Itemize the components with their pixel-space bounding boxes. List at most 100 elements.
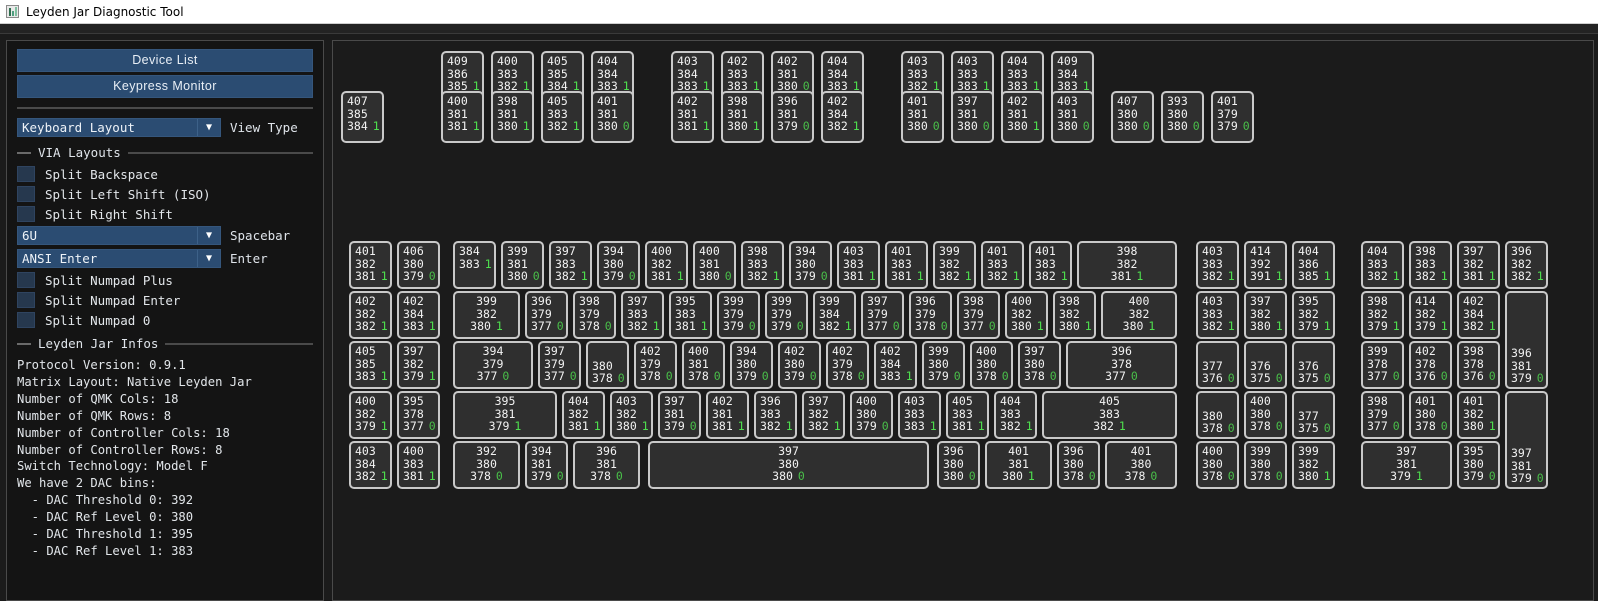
key-cell[interactable]: 399 378 377 0 — [1361, 341, 1404, 389]
key-cell[interactable]: 400 383 381 1 — [397, 441, 440, 489]
key-cell[interactable]: 400 380 378 0 — [1196, 441, 1239, 489]
key-cell[interactable]: 402 381 381 1 — [671, 91, 714, 143]
key-cell[interactable]: 402 378 376 0 — [1409, 341, 1452, 389]
key-cell[interactable]: 407 380 380 0 — [1111, 91, 1154, 143]
checkbox-split-numpad-plus[interactable]: Split Numpad Plus — [17, 272, 313, 288]
key-cell[interactable]: 400 380 379 0 — [850, 391, 893, 439]
key-cell[interactable]: 396 380 380 0 — [937, 441, 980, 489]
key-cell[interactable]: 398 382 379 1 — [1361, 291, 1404, 339]
checkbox-split-numpad-enter[interactable]: Split Numpad Enter — [17, 292, 313, 308]
key-cell[interactable]: 397 381 379 1 — [1361, 441, 1452, 489]
key-cell[interactable]: 396 381 379 0 — [771, 91, 814, 143]
key-cell[interactable]: 401 381 380 0 — [591, 91, 634, 143]
key-cell[interactable]: 401 380 378 0 — [1105, 441, 1177, 489]
key-cell[interactable]: 396 381 378 0 — [573, 441, 640, 489]
key-cell[interactable]: 402 384 382 1 — [1457, 291, 1500, 339]
key-cell[interactable]: 397 381 379 0 — [1505, 391, 1548, 489]
key-cell[interactable]: 394 380 379 0 — [730, 341, 773, 389]
key-cell[interactable]: 397 383 382 1 — [549, 241, 592, 289]
key-cell[interactable]: 403 383 383 1 — [898, 391, 941, 439]
key-cell[interactable]: 397 379 377 0 — [861, 291, 904, 339]
key-cell[interactable]: 400 382 380 1 — [1005, 291, 1048, 339]
spacebar-select[interactable]: 6U ▼ — [17, 226, 221, 245]
key-cell[interactable]: 394 381 379 0 — [525, 441, 568, 489]
key-cell[interactable]: 397 382 379 1 — [397, 341, 440, 389]
key-cell[interactable]: 399 382 380 1 — [453, 291, 520, 339]
key-cell[interactable]: 400 382 379 1 — [349, 391, 392, 439]
key-cell[interactable]: 397 381 379 0 — [658, 391, 701, 439]
checkbox-box[interactable] — [17, 206, 35, 222]
key-cell[interactable]: 405 383 381 1 — [946, 391, 989, 439]
key-cell[interactable]: 392 380 378 0 — [453, 441, 520, 489]
key-cell[interactable]: 380 378 0 — [586, 341, 629, 389]
key-cell[interactable]: 397 382 380 1 — [1244, 291, 1287, 339]
key-cell[interactable]: 399 381 380 0 — [501, 241, 544, 289]
key-cell[interactable]: 396 382 382 1 — [1505, 241, 1548, 289]
key-cell[interactable]: 401 383 381 1 — [885, 241, 928, 289]
key-cell[interactable]: 398 379 378 0 — [573, 291, 616, 339]
key-cell[interactable]: 402 380 379 0 — [778, 341, 821, 389]
key-cell[interactable]: 406 380 379 0 — [397, 241, 440, 289]
key-cell[interactable]: 403 383 382 1 — [1196, 291, 1239, 339]
key-cell[interactable]: 402 381 380 1 — [1001, 91, 1044, 143]
key-cell[interactable]: 397 381 380 0 — [951, 91, 994, 143]
enter-select[interactable]: ANSI Enter ▼ — [17, 249, 221, 268]
key-cell[interactable]: 397 380 378 0 — [1018, 341, 1061, 389]
key-cell[interactable]: 401 380 378 0 — [1409, 391, 1452, 439]
checkbox-split-left-shift[interactable]: Split Left Shift (ISO) — [17, 186, 313, 202]
checkbox-box[interactable] — [17, 312, 35, 328]
key-cell[interactable]: 404 382 381 1 — [562, 391, 605, 439]
key-cell[interactable]: 402 379 378 0 — [826, 341, 869, 389]
key-cell[interactable]: 396 381 379 0 — [1505, 291, 1548, 389]
key-cell[interactable]: 398 382 381 1 — [1077, 241, 1177, 289]
key-cell[interactable]: 402 381 381 1 — [706, 391, 749, 439]
key-cell[interactable]: 398 381 380 1 — [491, 91, 534, 143]
key-cell[interactable]: 403 381 380 0 — [1051, 91, 1094, 143]
key-cell[interactable]: 399 380 378 0 — [1244, 441, 1287, 489]
view-type-select[interactable]: Keyboard Layout ▼ — [17, 118, 221, 137]
key-cell[interactable]: 398 379 377 0 — [957, 291, 1000, 339]
key-cell[interactable]: 401 383 382 1 — [1029, 241, 1072, 289]
key-cell[interactable]: 394 380 379 0 — [789, 241, 832, 289]
key-cell[interactable]: 376 375 0 — [1244, 341, 1287, 389]
key-cell[interactable]: 402 384 383 1 — [397, 291, 440, 339]
key-cell[interactable]: 398 379 377 0 — [1361, 391, 1404, 439]
checkbox-box[interactable] — [17, 292, 35, 308]
key-cell[interactable]: 400 381 381 1 — [441, 91, 484, 143]
key-cell[interactable]: 399 382 380 1 — [1292, 441, 1335, 489]
key-cell[interactable]: 402 384 383 1 — [874, 341, 917, 389]
key-cell[interactable]: 403 383 381 1 — [837, 241, 880, 289]
key-cell[interactable]: 395 380 379 0 — [1457, 441, 1500, 489]
key-cell[interactable]: 402 382 382 1 — [349, 291, 392, 339]
key-cell[interactable]: 400 382 381 1 — [645, 241, 688, 289]
key-cell[interactable]: 403 383 382 1 — [1196, 241, 1239, 289]
checkbox-split-right-shift[interactable]: Split Right Shift — [17, 206, 313, 222]
key-cell[interactable]: 396 379 378 0 — [909, 291, 952, 339]
key-cell[interactable]: 402 384 382 1 — [821, 91, 864, 143]
key-cell[interactable]: 399 384 382 1 — [813, 291, 856, 339]
key-cell[interactable]: 396 379 377 0 — [525, 291, 568, 339]
key-cell[interactable]: 398 382 380 1 — [1053, 291, 1096, 339]
key-cell[interactable]: 403 382 380 1 — [610, 391, 653, 439]
key-cell[interactable]: 377 375 0 — [1292, 391, 1335, 439]
key-cell[interactable]: 395 381 379 1 — [453, 391, 557, 439]
key-cell[interactable]: 402 379 378 0 — [634, 341, 677, 389]
key-cell[interactable]: 396 378 377 0 — [1066, 341, 1177, 389]
key-cell[interactable]: 405 385 383 1 — [349, 341, 392, 389]
device-list-button[interactable]: Device List — [17, 49, 313, 72]
key-cell[interactable]: 400 380 378 0 — [970, 341, 1013, 389]
key-cell[interactable]: 399 380 379 0 — [922, 341, 965, 389]
key-cell[interactable]: 401 383 382 1 — [981, 241, 1024, 289]
key-cell[interactable]: 404 386 385 1 — [1292, 241, 1335, 289]
key-cell[interactable]: 398 383 382 1 — [1409, 241, 1452, 289]
key-cell[interactable]: 414 392 391 1 — [1244, 241, 1287, 289]
collapse-dash-icon[interactable] — [17, 342, 31, 345]
key-cell[interactable]: 401 379 379 0 — [1211, 91, 1254, 143]
key-cell[interactable]: 405 383 382 1 — [541, 91, 584, 143]
key-cell[interactable]: 404 383 382 1 — [1361, 241, 1404, 289]
key-cell[interactable]: 400 381 378 0 — [682, 341, 725, 389]
key-cell[interactable]: 401 382 380 1 — [1457, 391, 1500, 439]
key-cell[interactable]: 393 380 380 0 — [1161, 91, 1204, 143]
key-cell[interactable]: 395 382 379 1 — [1292, 291, 1335, 339]
checkbox-box[interactable] — [17, 272, 35, 288]
